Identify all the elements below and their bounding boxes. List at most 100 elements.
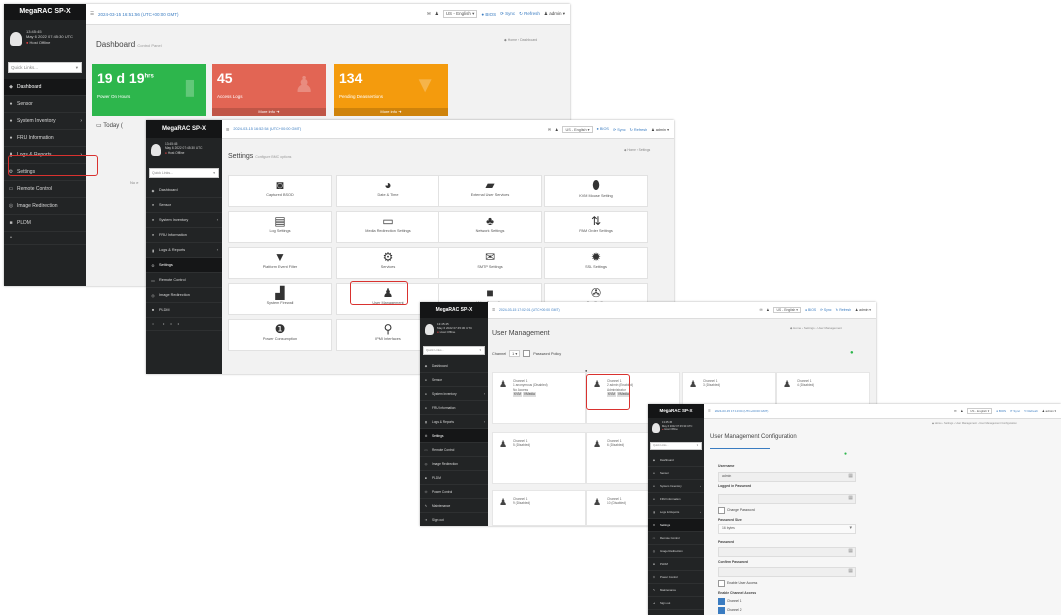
- sidebar-item-power-control[interactable]: ⏻ Power Control: [648, 571, 704, 584]
- sidebar-item-more[interactable]: • •••: [146, 318, 222, 331]
- admin-menu[interactable]: ♟ admin ▾: [651, 127, 669, 132]
- bios-link[interactable]: ● BIOS: [996, 409, 1006, 413]
- language-select[interactable]: US - English ▾: [773, 307, 801, 313]
- tile-date-time[interactable]: ◕ Date & Time: [336, 175, 440, 207]
- sidebar-item-more[interactable]: •: [4, 232, 86, 245]
- admin-menu[interactable]: ♟ admin ▾: [544, 11, 565, 17]
- sidebar-item-sensor[interactable]: ● Sensor: [146, 198, 222, 213]
- user-card-5[interactable]: ♟ Channel 15 (Disabled): [492, 432, 586, 484]
- admin-menu[interactable]: ♟ admin ▾: [1042, 409, 1056, 413]
- breadcrumb[interactable]: ◆ Home › Settings: [624, 148, 650, 152]
- language-select[interactable]: US - English ▾: [967, 408, 993, 414]
- sidebar-item-sensor[interactable]: ● Sensor: [4, 96, 86, 113]
- mail-icon[interactable]: ✉: [954, 409, 957, 413]
- sidebar-item-remote-control[interactable]: ▭ Remote Control: [4, 181, 86, 198]
- sidebar-item-dashboard[interactable]: ◆ Dashboard: [648, 454, 704, 467]
- sidebar-item-system-inventory[interactable]: ● System Inventory ›: [648, 480, 704, 493]
- person-icon[interactable]: ♟: [766, 308, 769, 312]
- sync-link[interactable]: ⟳ Sync: [613, 127, 626, 132]
- tile-smtp-settings[interactable]: ✉ SMTP Settings: [438, 247, 542, 279]
- person-icon[interactable]: ♟: [960, 409, 963, 413]
- sidebar-item-remote-control[interactable]: ▭ Remote Control: [420, 443, 488, 457]
- confirm-password-input[interactable]: ▦: [718, 567, 856, 577]
- mail-icon[interactable]: ✉: [548, 127, 551, 132]
- password-size-select[interactable]: 16 bytes ▾: [718, 524, 856, 534]
- sidebar-item-logs[interactable]: ▮ Logs & Reports ›: [648, 506, 704, 519]
- channel-select[interactable]: 1 ▾: [509, 350, 521, 357]
- sidebar-item-system-inventory[interactable]: ● System Inventory ›: [420, 387, 488, 401]
- refresh-link[interactable]: ↻ Refresh: [835, 308, 851, 312]
- change-password-checkbox[interactable]: [718, 507, 725, 514]
- quick-links-select[interactable]: Quick Links... ▾: [149, 168, 219, 178]
- channel-2-checkbox[interactable]: [718, 607, 725, 614]
- hamburger-icon[interactable]: ☰: [226, 127, 229, 132]
- mail-icon[interactable]: ✉: [760, 308, 763, 312]
- sidebar-item-image-redirection[interactable]: ◎ Image Redirection: [146, 288, 222, 303]
- enable-user-access-checkbox[interactable]: [718, 580, 725, 587]
- quick-links-select[interactable]: Quick Links... ▾: [650, 442, 702, 450]
- sidebar-item-dashboard[interactable]: ◆ Dashboard: [146, 183, 222, 198]
- tile-power-consumption[interactable]: ❶ Power Consumption: [228, 319, 332, 351]
- hamburger-icon[interactable]: ☰: [90, 11, 94, 17]
- sidebar-item-sensor[interactable]: ● Sensor: [420, 373, 488, 387]
- sidebar-item-sign-out[interactable]: ➜ Sign out: [648, 597, 704, 610]
- sidebar-item-image-redirection[interactable]: ◎ Image Redirection: [4, 198, 86, 215]
- sidebar-item-fru[interactable]: ● FRU Information: [4, 130, 86, 147]
- hamburger-icon[interactable]: ☰: [708, 409, 711, 413]
- sidebar-item-sensor[interactable]: ● Sensor: [648, 467, 704, 480]
- mail-icon[interactable]: ✉: [427, 11, 431, 17]
- tile-platform-event-filter[interactable]: ▼ Platform Event Filter: [228, 247, 332, 279]
- sync-link[interactable]: ⟳ Sync: [820, 308, 831, 312]
- sidebar-item-settings[interactable]: ⚙ Settings: [420, 429, 488, 443]
- language-select[interactable]: US - English ▾: [562, 125, 593, 133]
- sidebar-item-fru[interactable]: ● FRU Information: [420, 401, 488, 415]
- sidebar-item-dashboard[interactable]: ◆ Dashboard: [4, 79, 86, 96]
- admin-menu[interactable]: ♟ admin ▾: [855, 308, 871, 312]
- tile-kvm-mouse[interactable]: ⬮ KVM Mouse Setting: [544, 175, 648, 207]
- refresh-link[interactable]: ↻ Refresh: [1024, 409, 1038, 413]
- more-info-link[interactable]: More info ➜: [212, 108, 326, 116]
- sidebar-item-pldm[interactable]: ■ PLDM: [648, 558, 704, 571]
- tile-system-firewall[interactable]: ▟ System Firewall: [228, 283, 332, 315]
- refresh-link[interactable]: ↻ Refresh: [630, 127, 648, 132]
- tile-pam-order[interactable]: ⇅ PAM Order Settings: [544, 211, 648, 243]
- person-icon[interactable]: ♟: [555, 127, 558, 132]
- username-input[interactable]: admin ▦: [718, 472, 856, 482]
- more-info-link[interactable]: More info ➜: [334, 108, 448, 116]
- tile-captured-bsod[interactable]: ◙ Captured BSOD: [228, 175, 332, 207]
- sidebar-item-pldm[interactable]: ■ PLDM: [146, 303, 222, 318]
- sidebar-item-logs[interactable]: ▮ Logs & Reports ›: [146, 243, 222, 258]
- sidebar-item-power-control[interactable]: ⏻ Power Control: [420, 485, 488, 499]
- logged-in-password-input[interactable]: ▦: [718, 494, 856, 504]
- breadcrumb[interactable]: ◆ Home › Settings › User Management › Us…: [932, 422, 1017, 425]
- sidebar-item-settings[interactable]: ⚙ Settings: [146, 258, 222, 273]
- bios-link[interactable]: ● BIOS: [597, 127, 609, 131]
- bios-link[interactable]: ● BIOS: [481, 12, 496, 17]
- person-icon[interactable]: ♟: [435, 11, 439, 17]
- sidebar-item-image-redirection[interactable]: ◎ Image Redirection: [648, 545, 704, 558]
- quick-links-select[interactable]: Quick Links... ▾: [423, 346, 485, 355]
- channel-1-checkbox[interactable]: [718, 598, 725, 605]
- sidebar-item-sign-out[interactable]: ➜ Sign out: [420, 513, 488, 526]
- sidebar-item-system-inventory[interactable]: ● System Inventory ›: [4, 113, 86, 130]
- sidebar-item-remote-control[interactable]: ▭ Remote Control: [648, 532, 704, 545]
- sync-link[interactable]: ⟳ Sync: [1010, 409, 1020, 413]
- password-policy-checkbox[interactable]: [523, 350, 531, 357]
- tile-ssl-settings[interactable]: ✹ SSL Settings: [544, 247, 648, 279]
- sidebar-item-logs[interactable]: ▮ Logs & Reports ›: [420, 415, 488, 429]
- quick-links-select[interactable]: Quick Links... ▾: [8, 62, 82, 73]
- sidebar-item-system-inventory[interactable]: ● System Inventory ›: [146, 213, 222, 228]
- refresh-link[interactable]: ↻ Refresh: [519, 11, 540, 17]
- tile-external-user-services[interactable]: ▰ External User Services: [438, 175, 542, 207]
- sidebar-item-fru[interactable]: ● FRU Information: [146, 228, 222, 243]
- sidebar-item-fru[interactable]: ● FRU Information: [648, 493, 704, 506]
- tile-media-redirection[interactable]: ▭ Media Redirection Settings: [336, 211, 440, 243]
- sidebar-item-settings[interactable]: ⚙ Settings: [648, 519, 704, 532]
- tile-network-settings[interactable]: ♣ Network Settings: [438, 211, 542, 243]
- bios-link[interactable]: ● BIOS: [805, 308, 816, 312]
- user-card-7[interactable]: ♟ Channel 19 (Disabled): [492, 490, 586, 526]
- breadcrumb[interactable]: ◆ Home › Dashboard: [504, 38, 537, 42]
- sidebar-item-image-redirection[interactable]: ◎ Image Redirection: [420, 457, 488, 471]
- tile-services[interactable]: ⚙ Services: [336, 247, 440, 279]
- user-card-1[interactable]: ♟ Channel 11 anonymous (Disabled) No Acce…: [492, 372, 586, 424]
